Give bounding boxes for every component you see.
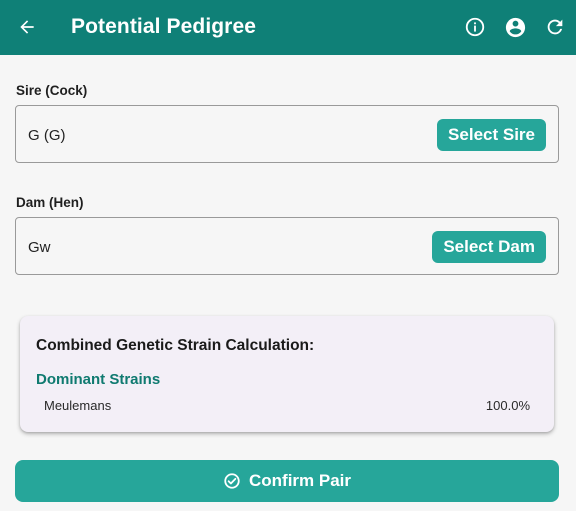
strain-percent: 100.0% xyxy=(485,398,530,413)
app-bar: Potential Pedigree xyxy=(0,0,576,55)
strain-name: Meulemans xyxy=(44,398,112,413)
sire-label: Sire (Cock) xyxy=(16,83,88,98)
dam-value: Gw xyxy=(28,239,51,256)
dominant-strains-heading: Dominant Strains xyxy=(36,371,161,388)
refresh-icon[interactable] xyxy=(543,15,567,39)
dam-field: Gw Select Dam xyxy=(15,217,559,275)
dam-label: Dam (Hen) xyxy=(16,195,84,210)
confirm-pair-button[interactable]: Confirm Pair xyxy=(15,460,559,502)
strain-calculation-card: Combined Genetic Strain Calculation: Dom… xyxy=(20,316,554,432)
back-arrow-icon[interactable] xyxy=(14,14,40,40)
select-dam-button[interactable]: Select Dam xyxy=(432,231,546,263)
sire-value: G (G) xyxy=(28,127,66,144)
info-icon[interactable] xyxy=(463,15,487,39)
card-heading: Combined Genetic Strain Calculation: xyxy=(36,337,315,354)
account-circle-icon[interactable] xyxy=(503,15,527,39)
confirm-pair-label: Confirm Pair xyxy=(248,471,352,490)
check-circle-icon xyxy=(223,472,241,490)
select-sire-button[interactable]: Select Sire xyxy=(437,119,546,151)
sire-field: G (G) Select Sire xyxy=(15,105,559,163)
page-title: Potential Pedigree xyxy=(71,15,257,38)
